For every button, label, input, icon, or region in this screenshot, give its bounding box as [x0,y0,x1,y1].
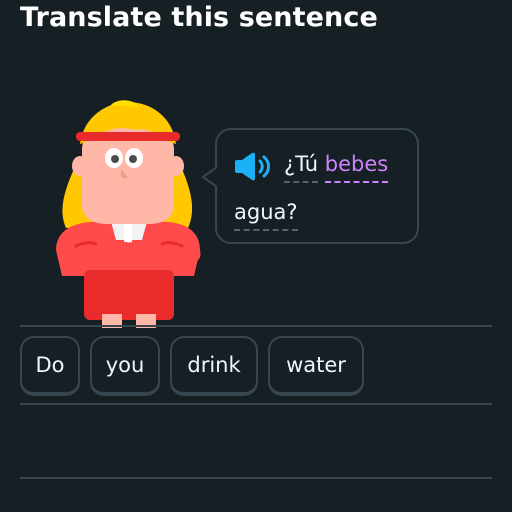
speech-bubble-tail [202,166,218,188]
speaker-icon[interactable] [232,150,272,182]
answer-line-middle [20,403,492,405]
prompt-sentence-line-1: ¿Tú bebes [284,150,389,183]
word-tile-water[interactable]: water [268,336,364,396]
character-illustration [56,100,201,328]
prompt-word[interactable]: agua? [234,198,298,231]
word-tile-do[interactable]: Do [20,336,80,396]
word-tile-you[interactable]: you [90,336,160,396]
answer-line-bottom [20,477,492,479]
speech-bubble [215,128,419,244]
prompt-sentence-line-2: agua? [234,198,298,231]
prompt-new-word[interactable]: bebes [324,150,389,183]
word-tile-drink[interactable]: drink [170,336,258,396]
challenge-title: Translate this sentence [20,2,378,33]
lesson-screen: Translate this sentence ¿Tú bebes agua? … [0,0,512,512]
answer-line-top [20,325,492,327]
prompt-word[interactable]: ¿Tú [284,150,319,183]
